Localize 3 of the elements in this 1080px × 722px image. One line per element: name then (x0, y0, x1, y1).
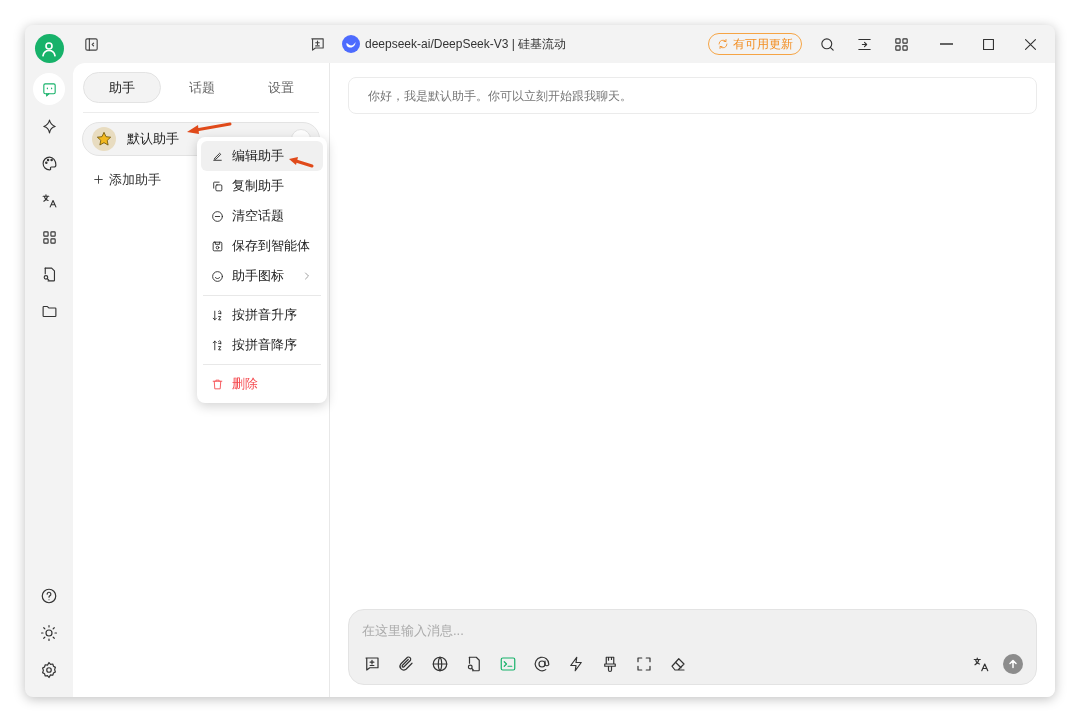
welcome-message: 你好，我是默认助手。你可以立刻开始跟我聊天。 (348, 77, 1037, 114)
window-title: deepseek-ai/DeepSeek-V3 | 硅基流动 (365, 36, 567, 53)
assistant-name: 默认助手 (127, 130, 179, 149)
